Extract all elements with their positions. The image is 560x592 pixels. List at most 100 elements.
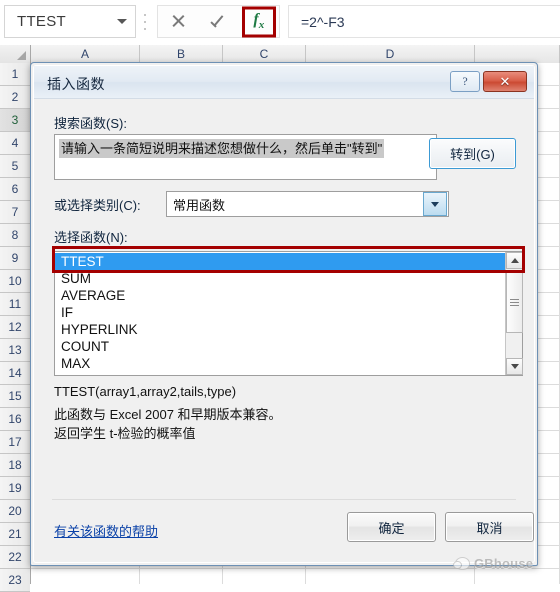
search-input[interactable]: 请输入一条简短说明来描述您想做什么，然后单击"转到": [54, 134, 437, 180]
row-header-22[interactable]: 22: [0, 546, 30, 569]
chevron-down-icon: [117, 19, 127, 24]
row-header-14[interactable]: 14: [0, 362, 30, 385]
row-header-15[interactable]: 15: [0, 385, 30, 408]
column-header-blank[interactable]: [475, 45, 560, 63]
function-signature: TTEST(array1,array2,tails,type): [54, 384, 237, 399]
row-header-11[interactable]: 11: [0, 293, 30, 316]
row-header-13[interactable]: 13: [0, 339, 30, 362]
row-header-16[interactable]: 16: [0, 408, 30, 431]
function-list-item[interactable]: IF: [55, 304, 505, 321]
cancel-formula-button[interactable]: [158, 6, 198, 37]
column-header-d[interactable]: D: [306, 45, 475, 63]
insert-function-dialog: 插入函数 ? ✕ 搜索函数(S): 请输入一条简短说明来描述您想做什么，然后单击…: [30, 62, 538, 566]
row-header-5[interactable]: 5: [0, 155, 30, 178]
scrollbar-grip-icon: [510, 297, 519, 308]
x-icon: [171, 14, 186, 29]
column-header-b[interactable]: B: [140, 45, 223, 63]
function-list-items[interactable]: TTEST SUM AVERAGE IF HYPERLINK COUNT MAX: [55, 252, 505, 375]
triangle-up-icon: [510, 258, 519, 263]
column-header-c[interactable]: C: [223, 45, 306, 63]
category-selected-value: 常用函数: [173, 197, 226, 213]
grid-cell[interactable]: [475, 569, 560, 584]
grip-dot: [144, 14, 146, 16]
function-list-scrollbar[interactable]: [505, 252, 523, 375]
formula-bar-grip-handle[interactable]: [143, 14, 147, 30]
category-label: 或选择类别(C):: [54, 198, 141, 213]
row-header-21[interactable]: 21: [0, 523, 30, 546]
dialog-title-bar[interactable]: 插入函数 ? ✕: [34, 66, 534, 99]
fx-icon: fx: [253, 11, 265, 32]
dialog-help-button[interactable]: ?: [450, 71, 480, 92]
row-header-23[interactable]: 23: [0, 569, 30, 592]
formula-bar: TTEST fx =2^-F3: [0, 0, 560, 45]
function-help-link[interactable]: 有关该函数的帮助: [54, 521, 158, 540]
grid-row: [31, 569, 560, 584]
row-header-3[interactable]: 3: [0, 109, 30, 132]
ok-button[interactable]: 确定: [347, 512, 436, 542]
name-box-dropdown-button[interactable]: [109, 19, 135, 24]
row-header-20[interactable]: 20: [0, 500, 30, 523]
column-header-a[interactable]: A: [31, 45, 140, 63]
row-header-2[interactable]: 2: [0, 86, 30, 109]
row-header-7[interactable]: 7: [0, 201, 30, 224]
check-icon: [210, 15, 227, 29]
grip-dot: [144, 21, 146, 23]
function-list-item[interactable]: TTEST: [55, 253, 505, 270]
grid-cell[interactable]: [223, 569, 306, 584]
category-select[interactable]: 常用函数: [166, 191, 449, 217]
category-dropdown-button[interactable]: [423, 192, 447, 216]
function-list-item[interactable]: MAX: [55, 355, 505, 372]
go-button[interactable]: 转到(G): [429, 138, 516, 169]
function-description-line1: 此函数与 Excel 2007 和早期版本兼容。: [54, 407, 282, 422]
close-icon: ✕: [499, 74, 511, 89]
row-header-17[interactable]: 17: [0, 431, 30, 454]
function-listbox[interactable]: TTEST SUM AVERAGE IF HYPERLINK COUNT MAX: [54, 251, 523, 376]
dialog-close-button[interactable]: ✕: [483, 71, 527, 92]
function-description-line2: 返回学生 t-检验的概率值: [54, 426, 196, 441]
row-header-19[interactable]: 19: [0, 477, 30, 500]
dialog-window-buttons: ? ✕: [450, 71, 527, 92]
search-input-value: 请输入一条简短说明来描述您想做什么，然后单击"转到": [59, 139, 385, 158]
row-headers: 1 2 3 4 5 6 7 8 9 10 11 12 13 14 15 16 17 18 19 20 21 22 23: [0, 63, 31, 592]
formula-text: =2^-F3: [301, 13, 345, 30]
formula-input[interactable]: =2^-F3: [288, 5, 560, 38]
grid-cell[interactable]: [31, 569, 140, 584]
question-mark-icon: ?: [462, 74, 468, 88]
go-button-label: 转到(G): [450, 147, 495, 162]
row-header-10[interactable]: 10: [0, 270, 30, 293]
category-row: 或选择类别(C): 常用函数: [54, 191, 516, 217]
select-all-corner-icon[interactable]: [0, 45, 31, 63]
name-box[interactable]: TTEST: [4, 5, 136, 38]
formula-bar-buttons: fx: [157, 5, 280, 38]
dialog-body: 搜索函数(S): 请输入一条简短说明来描述您想做什么，然后单击"转到" 转到(G…: [34, 99, 534, 562]
function-list-item[interactable]: AVERAGE: [55, 287, 505, 304]
triangle-down-icon: [510, 364, 519, 369]
row-header-8[interactable]: 8: [0, 224, 30, 247]
scroll-down-button[interactable]: [506, 358, 523, 375]
dialog-divider: [52, 499, 516, 500]
function-list-item[interactable]: COUNT: [55, 338, 505, 355]
scrollbar-thumb[interactable]: [506, 271, 523, 333]
grid-cell[interactable]: [140, 569, 223, 584]
column-headers: ABCD: [0, 45, 560, 63]
enter-formula-button[interactable]: [198, 6, 238, 37]
dialog-title: 插入函数: [47, 76, 105, 92]
chevron-down-icon: [431, 201, 439, 207]
row-header-18[interactable]: 18: [0, 454, 30, 477]
row-header-12[interactable]: 12: [0, 316, 30, 339]
function-description: TTEST(array1,array2,tails,type) 此函数与 Exc…: [54, 382, 516, 443]
row-header-1[interactable]: 1: [0, 63, 30, 86]
scroll-up-button[interactable]: [506, 252, 523, 269]
ok-button-label: 确定: [378, 520, 405, 536]
insert-function-button[interactable]: fx: [239, 6, 279, 37]
search-row: 请输入一条简短说明来描述您想做什么，然后单击"转到" 转到(G): [54, 134, 516, 182]
name-box-value[interactable]: TTEST: [5, 13, 109, 30]
row-header-6[interactable]: 6: [0, 178, 30, 201]
cancel-button[interactable]: 取消: [445, 512, 534, 542]
function-list-item[interactable]: SUM: [55, 270, 505, 287]
row-header-9[interactable]: 9: [0, 247, 30, 270]
function-list-item[interactable]: HYPERLINK: [55, 321, 505, 338]
search-label: 搜索函数(S):: [54, 116, 127, 131]
row-header-4[interactable]: 4: [0, 132, 30, 155]
grid-cell[interactable]: [306, 569, 475, 584]
